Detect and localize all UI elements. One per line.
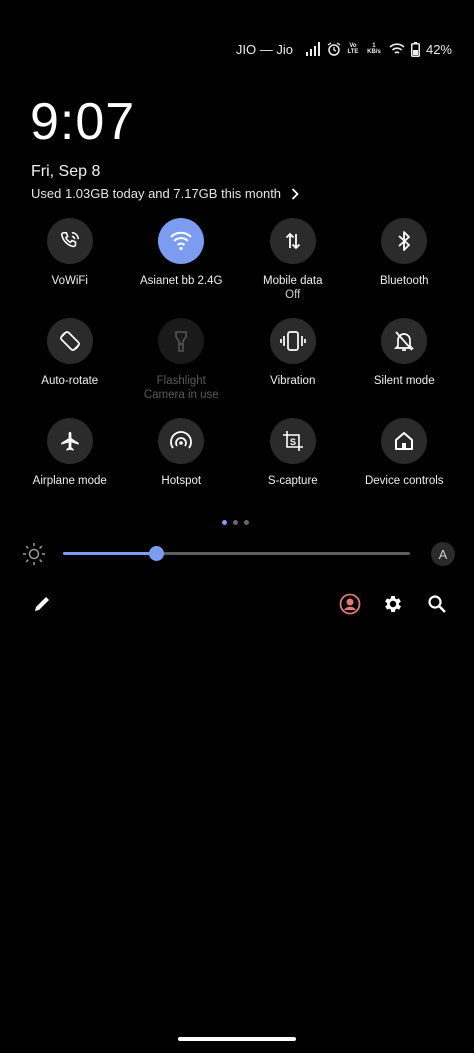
quick-settings-grid: VoWiFi Asianet bb 2.4G Mobile data Off B… bbox=[14, 218, 460, 488]
date[interactable]: Fri, Sep 8 bbox=[31, 163, 100, 181]
volte-icon: Vo LTE bbox=[347, 43, 359, 55]
tile-sub: Off bbox=[285, 289, 301, 301]
tile-hotspot[interactable]: Hotspot bbox=[126, 418, 238, 488]
signal-icon bbox=[305, 42, 321, 56]
search-icon[interactable] bbox=[425, 592, 449, 616]
tile-label: Device controls bbox=[364, 475, 444, 487]
data-usage-link[interactable]: Used 1.03GB today and 7.17GB this month bbox=[31, 186, 299, 201]
page-dot bbox=[233, 520, 238, 525]
auto-brightness-button[interactable]: A bbox=[431, 542, 455, 566]
vibration-icon[interactable] bbox=[269, 318, 316, 364]
tile-silent-mode[interactable]: Silent mode bbox=[349, 318, 461, 402]
tile-label: S-capture bbox=[267, 475, 318, 487]
carrier-name: JIO — Jio bbox=[235, 41, 293, 57]
status-bar: JIO — Jio Vo LTE 1 KB/s 42% bbox=[236, 38, 452, 60]
tile-mobile-data[interactable]: Mobile data Off bbox=[237, 218, 349, 302]
wifi-status-icon bbox=[389, 42, 405, 56]
tile-label: VoWiFi bbox=[51, 275, 88, 287]
auto-rotate-icon[interactable] bbox=[46, 318, 93, 364]
tile-label: Silent mode bbox=[373, 375, 435, 387]
edit-icon[interactable] bbox=[30, 592, 54, 616]
brightness-slider[interactable] bbox=[63, 546, 410, 561]
tile-vibration[interactable]: Vibration bbox=[237, 318, 349, 402]
clock[interactable]: 9:07 bbox=[30, 92, 135, 152]
page-indicator bbox=[222, 520, 249, 525]
svg-text:S: S bbox=[290, 437, 296, 447]
tile-wifi[interactable]: Asianet bb 2.4G bbox=[126, 218, 238, 302]
home-icon[interactable] bbox=[381, 418, 428, 464]
page-dot bbox=[244, 520, 249, 525]
brightness-fill bbox=[63, 552, 157, 555]
mobile-data-icon[interactable] bbox=[269, 218, 316, 264]
tile-label: Airplane mode bbox=[32, 475, 107, 487]
tile-airplane-mode[interactable]: Airplane mode bbox=[14, 418, 126, 488]
bluetooth-icon[interactable] bbox=[381, 218, 428, 264]
network-speed: 1 KB/s bbox=[367, 43, 381, 55]
tile-sub: Camera in use bbox=[143, 389, 219, 401]
silent-mode-icon[interactable] bbox=[381, 318, 428, 364]
tile-label: Auto-rotate bbox=[41, 375, 99, 387]
tile-label: Vibration bbox=[270, 375, 316, 387]
battery-icon bbox=[410, 41, 420, 57]
tile-device-controls[interactable]: Device controls bbox=[349, 418, 461, 488]
wifi-call-icon[interactable] bbox=[46, 218, 93, 264]
tile-label: Mobile data bbox=[263, 275, 323, 287]
s-capture-icon[interactable]: S bbox=[269, 418, 316, 464]
alarm-icon bbox=[327, 42, 341, 56]
tile-s-capture[interactable]: S S-capture bbox=[237, 418, 349, 488]
home-indicator[interactable] bbox=[178, 1037, 296, 1041]
bottom-toolbar bbox=[30, 592, 452, 618]
hotspot-icon[interactable] bbox=[158, 418, 205, 464]
brightness-icon bbox=[23, 543, 45, 565]
tile-label: Flashlight bbox=[156, 375, 206, 387]
flashlight-icon[interactable] bbox=[158, 318, 205, 364]
airplane-icon[interactable] bbox=[46, 418, 93, 464]
page-dot bbox=[222, 520, 227, 525]
tile-bluetooth[interactable]: Bluetooth bbox=[349, 218, 461, 302]
tile-label: Asianet bb 2.4G bbox=[140, 275, 223, 287]
tile-vowifi[interactable]: VoWiFi bbox=[14, 218, 126, 302]
tile-label: Hotspot bbox=[161, 475, 202, 487]
battery-percent: 42% bbox=[425, 41, 452, 57]
tile-flashlight[interactable]: Flashlight Camera in use bbox=[126, 318, 238, 402]
brightness-thumb[interactable] bbox=[149, 546, 165, 561]
brightness-control: A bbox=[20, 540, 455, 568]
avatar-icon[interactable] bbox=[338, 592, 362, 616]
data-usage-text: Used 1.03GB today and 7.17GB this month bbox=[31, 186, 282, 201]
chevron-right-icon bbox=[291, 187, 299, 200]
settings-gear-icon[interactable] bbox=[381, 592, 405, 616]
tile-auto-rotate[interactable]: Auto-rotate bbox=[14, 318, 126, 402]
wifi-icon[interactable] bbox=[158, 218, 205, 264]
tile-label: Bluetooth bbox=[379, 275, 429, 287]
